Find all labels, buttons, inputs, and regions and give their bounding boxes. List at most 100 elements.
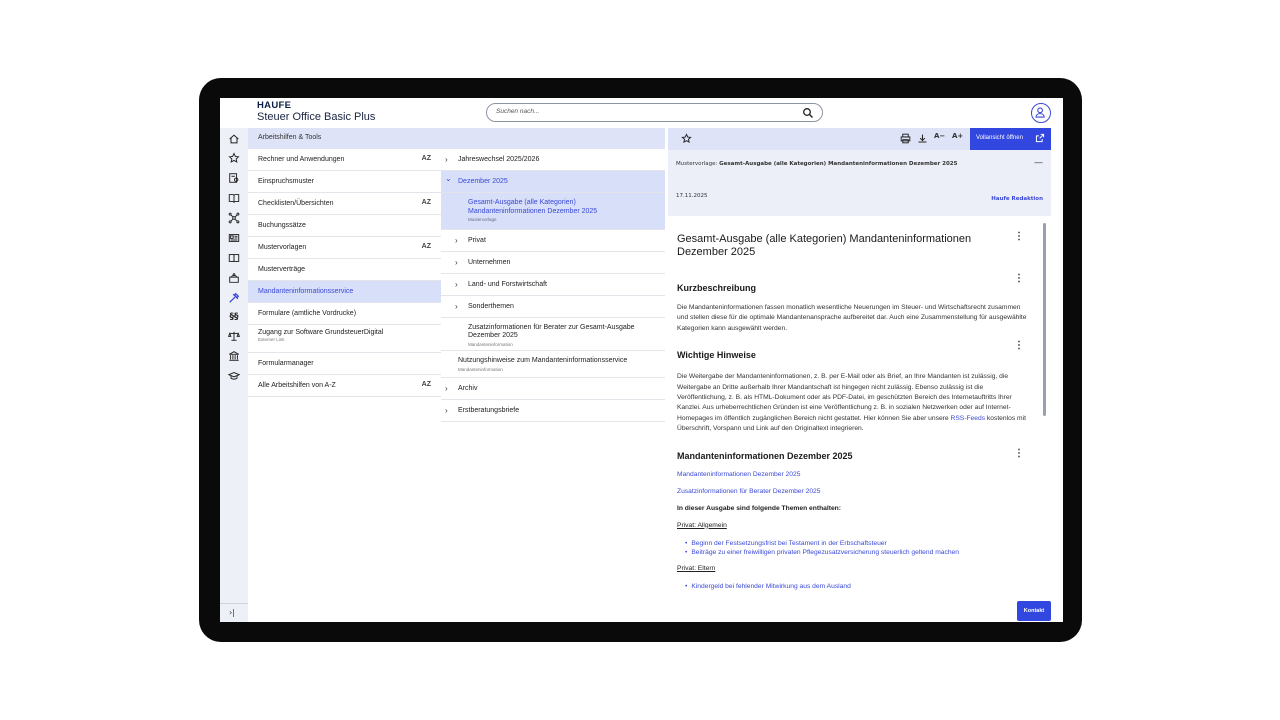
brand[interactable]: HAUFE Steuer Office Basic Plus bbox=[257, 101, 375, 124]
meta-author[interactable]: Haufe Redaktion bbox=[991, 196, 1043, 202]
nav-item-mustervertraege[interactable]: Musterverträge bbox=[248, 259, 441, 281]
book-open-icon[interactable] bbox=[227, 191, 241, 205]
box-icon[interactable] bbox=[227, 271, 241, 285]
tree-item-jahreswechsel[interactable]: › Jahreswechsel 2025/2026 bbox=[441, 149, 665, 171]
news-icon[interactable] bbox=[227, 231, 241, 245]
graduation-cap-icon[interactable] bbox=[227, 369, 241, 383]
tools-nav: Arbeitshilfen & Tools Rechner und Anwend… bbox=[248, 128, 441, 622]
az-index-icon[interactable]: AZ bbox=[422, 243, 431, 250]
topic-link[interactable]: Beginn der Festsetzungsfrist bei Testame… bbox=[685, 539, 1046, 549]
topic-link[interactable]: Beiträge zu einer freiwilligen privaten … bbox=[685, 548, 1046, 558]
nav-item-checklisten[interactable]: Checklisten/Übersichten AZ bbox=[248, 193, 441, 215]
link-mandanteninformationen[interactable]: Mandanteninformationen Dezember 2025 bbox=[677, 471, 1046, 478]
tools-icon[interactable] bbox=[227, 291, 241, 305]
more-options-icon[interactable]: ⋮ bbox=[1014, 273, 1024, 284]
product-name: Steuer Office Basic Plus bbox=[257, 111, 376, 123]
chevron-right-icon[interactable]: › bbox=[455, 258, 458, 267]
home-icon[interactable] bbox=[227, 132, 241, 146]
az-index-icon[interactable]: AZ bbox=[422, 381, 431, 388]
paragraph-icon[interactable]: §§ bbox=[227, 310, 241, 324]
nav-item-formulare[interactable]: Formulare (amtliche Vordrucke) bbox=[248, 303, 441, 325]
tree-item-label: Land- und Forstwirtschaft bbox=[468, 281, 547, 288]
document-search-icon[interactable] bbox=[227, 171, 241, 185]
tree-item-zusatzinformationen[interactable]: Zusatzinformationen für Berater zur Gesa… bbox=[441, 318, 665, 351]
tree-item-label: Erstberatungsbriefe bbox=[458, 407, 520, 414]
nav-item-grundsteuerdigital[interactable]: Zugang zur Software GrundsteuerDigital Ex… bbox=[248, 325, 441, 353]
network-icon[interactable] bbox=[227, 211, 241, 225]
star-icon[interactable] bbox=[227, 151, 241, 165]
tree-item-privat[interactable]: › Privat bbox=[441, 230, 665, 252]
tree-item-gesamt-ausgabe[interactable]: Gesamt-Ausgabe (alle Kategorien) Mandant… bbox=[441, 193, 665, 230]
search-placeholder: Suchen nach... bbox=[496, 108, 540, 115]
doc-type-label: Mandanteninformation bbox=[468, 342, 513, 347]
tree-item-sonderthemen[interactable]: › Sonderthemen bbox=[441, 296, 665, 318]
category-privat-eltern: Privat: Eltern bbox=[677, 564, 716, 572]
open-full-view-button[interactable]: Vollansicht öffnen bbox=[970, 128, 1051, 150]
book-icon[interactable] bbox=[227, 251, 241, 265]
user-account-button[interactable] bbox=[1031, 103, 1051, 123]
document-scrollbar[interactable] bbox=[1043, 223, 1046, 416]
section-heading-kurzbeschreibung: Kurzbeschreibung bbox=[677, 283, 757, 293]
rss-feeds-link[interactable]: RSS-Feeds bbox=[950, 415, 985, 422]
bank-icon[interactable] bbox=[227, 349, 241, 363]
rail-divider bbox=[220, 603, 248, 604]
category-privat-allgemein: Privat: Allgemein bbox=[677, 521, 727, 529]
search-icon[interactable] bbox=[802, 107, 814, 119]
external-link-note: Externer Link bbox=[258, 337, 285, 342]
tree-item-label: Privat bbox=[468, 237, 486, 244]
eltern-topic-list: Kindergeld bei fehlender Mitwirkung aus … bbox=[677, 582, 1046, 592]
external-link-icon bbox=[1035, 133, 1045, 143]
nav-item-einspruchsmuster[interactable]: Einspruchsmuster bbox=[248, 171, 441, 193]
nav-item-buchungssaetze[interactable]: Buchungssätze bbox=[248, 215, 441, 237]
nav-title: Arbeitshilfen & Tools bbox=[248, 128, 441, 149]
tree-item-label: Archiv bbox=[458, 385, 478, 392]
collapse-sidebar-icon[interactable]: ›| bbox=[229, 608, 235, 617]
az-index-icon[interactable]: AZ bbox=[422, 155, 431, 162]
scale-icon[interactable] bbox=[227, 329, 241, 343]
topic-link[interactable]: Kindergeld bei fehlender Mitwirkung aus … bbox=[685, 582, 1046, 592]
font-smaller-button[interactable]: A− bbox=[934, 132, 945, 140]
tree-item-erstberatungsbriefe[interactable]: › Erstberatungsbriefe bbox=[441, 400, 665, 422]
tree-item-label: Dezember 2025 bbox=[458, 178, 508, 185]
collapse-meta-button[interactable]: — bbox=[1034, 158, 1043, 168]
article-body: Gesamt-Ausgabe (alle Kategorien) Mandant… bbox=[668, 223, 1046, 622]
contact-button[interactable]: Kontakt bbox=[1017, 601, 1051, 621]
tree-item-dezember-2025[interactable]: ⌄ Dezember 2025 bbox=[441, 171, 665, 193]
tree-item-nutzungshinweise[interactable]: Nutzungshinweise zum Mandanteninformatio… bbox=[441, 351, 665, 378]
chevron-right-icon[interactable]: › bbox=[445, 406, 448, 415]
tree-item-archiv[interactable]: › Archiv bbox=[441, 378, 665, 400]
favorite-star-icon[interactable] bbox=[681, 133, 692, 144]
chevron-right-icon[interactable]: › bbox=[445, 155, 448, 164]
chevron-right-icon[interactable]: › bbox=[455, 280, 458, 289]
more-options-icon[interactable]: ⋮ bbox=[1014, 340, 1024, 351]
chevron-down-icon[interactable]: ⌄ bbox=[445, 174, 452, 183]
nav-item-mandanteninformationsservice[interactable]: Mandanteninformationsservice bbox=[248, 281, 441, 303]
more-options-icon[interactable]: ⋮ bbox=[1014, 231, 1024, 242]
tree-item-land-forst[interactable]: › Land- und Forstwirtschaft bbox=[441, 274, 665, 296]
nav-item-formularmanager[interactable]: Formularmanager bbox=[248, 353, 441, 375]
haufe-logo[interactable]: HAUFE bbox=[257, 101, 375, 111]
print-icon[interactable] bbox=[900, 133, 911, 144]
chevron-right-icon[interactable]: › bbox=[455, 236, 458, 245]
az-index-icon[interactable]: AZ bbox=[422, 199, 431, 206]
icon-rail: §§ ›| bbox=[220, 128, 248, 622]
hinweise-text: Die Weitergabe der Mandanteninformatione… bbox=[677, 372, 1032, 434]
chevron-right-icon[interactable]: › bbox=[445, 384, 448, 393]
nav-item-mustervorlagen[interactable]: Mustervorlagen AZ bbox=[248, 237, 441, 259]
search-input[interactable]: Suchen nach... bbox=[486, 103, 823, 122]
kurzbeschreibung-text: Die Mandanteninformationen fassen monatl… bbox=[677, 304, 1027, 332]
section-heading-hinweise: Wichtige Hinweise bbox=[677, 350, 756, 361]
tree-item-label: Zusatzinformationen für Berater zur Gesa… bbox=[468, 324, 635, 339]
nav-item-label: Alle Arbeitshilfen von A-Z bbox=[258, 382, 336, 389]
more-options-icon[interactable]: ⋮ bbox=[1014, 448, 1024, 459]
link-zusatzinformationen[interactable]: Zusatzinformationen für Berater Dezember… bbox=[677, 488, 1046, 495]
nav-item-rechner[interactable]: Rechner und Anwendungen AZ bbox=[248, 149, 441, 171]
font-larger-button[interactable]: A+ bbox=[952, 132, 963, 140]
chevron-right-icon[interactable]: › bbox=[455, 302, 458, 311]
download-icon[interactable] bbox=[917, 133, 928, 144]
app-window: HAUFE Steuer Office Basic Plus Suchen na… bbox=[220, 98, 1063, 622]
nav-item-label: Einspruchsmuster bbox=[258, 178, 315, 185]
tree-item-unternehmen[interactable]: › Unternehmen bbox=[441, 252, 665, 274]
meta-doc-title: Gesamt-Ausgabe (alle Kategorien) Mandant… bbox=[719, 161, 958, 167]
nav-item-alle-arbeitshilfen[interactable]: Alle Arbeitshilfen von A-Z AZ bbox=[248, 375, 441, 397]
